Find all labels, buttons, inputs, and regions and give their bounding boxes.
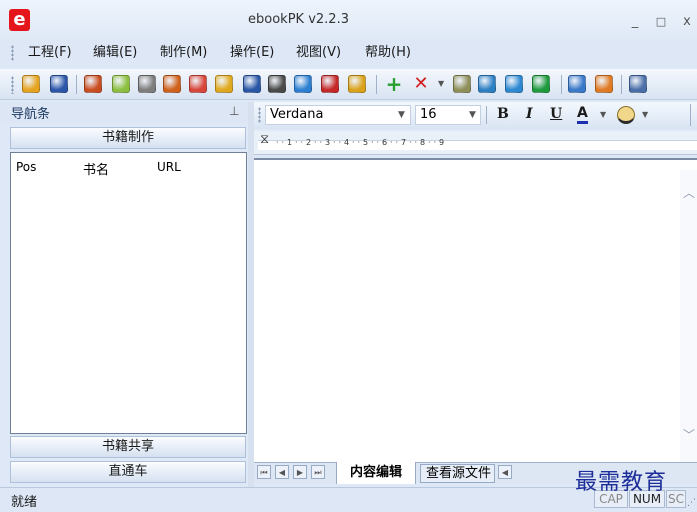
add-icon[interactable]: + [385, 74, 403, 94]
font-color-dropdown-icon[interactable]: ▼ [600, 110, 606, 119]
format-separator [486, 106, 487, 124]
menu-edit[interactable]: 编辑(E) [93, 40, 137, 66]
toolbar-separator [561, 75, 562, 94]
highlight-color-icon[interactable] [617, 106, 635, 124]
menu-help[interactable]: 帮助(H) [365, 40, 411, 66]
home-icon[interactable] [595, 75, 613, 93]
document-icon[interactable] [268, 75, 286, 93]
tab-next-icon[interactable]: ▶ [293, 465, 307, 479]
format-grip[interactable] [258, 107, 261, 123]
toolbar-separator [76, 75, 77, 94]
close-button[interactable]: x [676, 14, 697, 30]
indent-marker-icon[interactable]: ⧖ [260, 133, 269, 146]
column-header-url[interactable]: URL [157, 160, 181, 174]
pen-icon[interactable] [321, 75, 339, 93]
delete-icon[interactable]: ✕ [412, 75, 430, 93]
menu-operate[interactable]: 操作(E) [230, 40, 274, 66]
column-header-title[interactable]: 书名 [83, 159, 109, 178]
coin-icon[interactable] [348, 75, 366, 93]
font-color-button[interactable]: A [577, 106, 588, 124]
content-editor[interactable] [254, 158, 697, 462]
open-folder-icon[interactable] [22, 75, 40, 93]
search-icon[interactable] [478, 75, 496, 93]
ruler-marks: · · 1 · · 2 · · 3 · · 4 · · 5 · · 6 · · … [276, 138, 445, 147]
format-end-separator [690, 104, 691, 126]
android-icon[interactable] [112, 75, 130, 93]
column-header-pos[interactable]: Pos [16, 160, 36, 174]
highlight-dropdown-icon[interactable]: ▼ [642, 110, 648, 119]
toolbar-separator [621, 75, 622, 94]
pin-icon[interactable]: ⊥ [229, 104, 239, 118]
menu-grip[interactable] [11, 45, 14, 61]
status-text: 就绪 [11, 495, 38, 510]
font-family-select[interactable]: Verdana [265, 105, 411, 125]
maximize-button[interactable]: □ [650, 14, 672, 30]
magic-wand-icon[interactable] [84, 75, 102, 93]
tab-last-icon[interactable]: ⏭ [311, 465, 325, 479]
upload-icon[interactable] [294, 75, 312, 93]
font-family-dropdown-icon[interactable]: ▼ [394, 105, 409, 125]
chevron-down-icon[interactable]: ▼ [438, 75, 446, 93]
resize-grip-icon[interactable]: ⋰ [687, 498, 696, 508]
watermark-logo: 最需教育 [575, 470, 668, 495]
scroll-down-icon[interactable]: ﹀ [683, 426, 695, 443]
menu-project[interactable]: 工程(F) [28, 40, 72, 66]
nav-section-direct[interactable]: 直通车 [10, 461, 246, 483]
tab-prev-icon[interactable]: ◀ [275, 465, 289, 479]
menu-make[interactable]: 制作(M) [160, 40, 207, 66]
tab-first-icon[interactable]: ⏮ [257, 465, 271, 479]
settings-icon[interactable] [505, 75, 523, 93]
pdf-icon[interactable] [189, 75, 207, 93]
window-title: ebookPK v2.2.3 [248, 12, 349, 27]
play-icon[interactable] [532, 75, 550, 93]
toolbar-grip[interactable] [11, 76, 14, 94]
menu-bar: 工程(F) 编辑(E) 制作(M) 操作(E) 视图(V) 帮助(H) [0, 40, 697, 66]
scroll-up-icon[interactable]: ︿ [683, 184, 695, 201]
main-toolbar: + ✕ ▼ [0, 69, 697, 100]
tab-content-edit[interactable]: 内容编辑 [336, 462, 416, 484]
tab-scroll-left-icon[interactable]: ◀ [498, 465, 512, 479]
toolbar-separator [376, 75, 377, 94]
font-size-dropdown-icon[interactable]: ▼ [465, 105, 480, 125]
tab-view-source[interactable]: 查看源文件 [420, 464, 495, 483]
nav-pane-title: 导航条 [11, 107, 51, 122]
menu-view[interactable]: 视图(V) [296, 40, 341, 66]
save-icon[interactable] [50, 75, 68, 93]
scroll-lock-indicator: SC [666, 490, 686, 508]
chart-icon[interactable] [453, 75, 471, 93]
java-icon[interactable] [163, 75, 181, 93]
italic-button[interactable]: I [526, 106, 533, 122]
bold-button[interactable]: B [497, 106, 509, 122]
id-card-icon[interactable] [629, 75, 647, 93]
apple-icon[interactable] [138, 75, 156, 93]
help-wizard-icon[interactable] [215, 75, 233, 93]
nav-section-book-make[interactable]: 书籍制作 [10, 127, 246, 149]
nav-section-book-share[interactable]: 书籍共享 [10, 436, 246, 458]
book-list[interactable] [10, 152, 247, 434]
word-icon[interactable] [243, 75, 261, 93]
vertical-scrollbar[interactable] [680, 170, 697, 462]
minimize-button[interactable]: _ [624, 14, 646, 30]
underline-button[interactable]: U [550, 106, 562, 122]
help-icon[interactable] [568, 75, 586, 93]
